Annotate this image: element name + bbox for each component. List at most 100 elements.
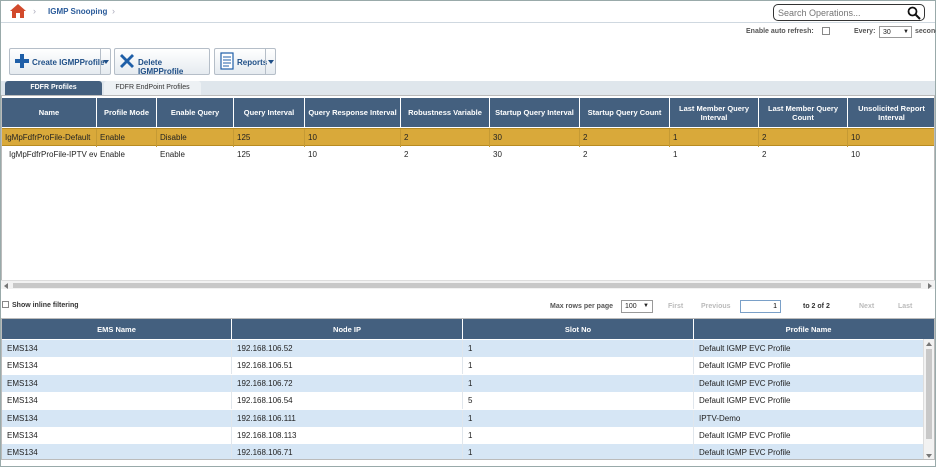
reports-label: Reports <box>237 58 268 67</box>
table-cell: 1 <box>463 444 694 459</box>
table-cell: 2 <box>404 150 409 159</box>
table-cell: IgMpFdfrProFile-IPTV ev <box>9 150 97 159</box>
table-cell: 125 <box>234 129 305 147</box>
auto-refresh-label: Enable auto refresh: <box>746 28 814 35</box>
column-header[interactable]: Last Member Query Count <box>759 98 848 127</box>
create-dropdown-toggle[interactable] <box>100 49 110 74</box>
table-cell: 10 <box>851 150 860 159</box>
last-page-button[interactable]: Last <box>898 303 912 310</box>
column-header[interactable]: Startup Query Count <box>580 98 670 127</box>
column-header[interactable]: Enable Query <box>157 98 234 127</box>
table-cell: 2 <box>762 150 767 159</box>
table-cell: Default IGMP EVC Profile <box>694 444 924 459</box>
horizontal-scrollbar[interactable] <box>1 280 935 289</box>
table-row[interactable]: EMS134 192.168.106.111 1 IPTV-Demo <box>2 409 924 427</box>
column-header[interactable]: EMS Name <box>2 319 232 339</box>
reports-button[interactable]: Reports <box>214 48 276 75</box>
plus-icon <box>15 54 29 68</box>
table-cell: 192.168.106.71 <box>232 444 463 459</box>
table-row[interactable]: IgMpFdfrProFile-IPTV ev Enable Enable 1 2… <box>2 146 934 164</box>
breadcrumb: › IGMP Snooping › <box>1 1 935 23</box>
table-cell: IgMpFdfrProFile-Default <box>2 129 97 147</box>
column-header[interactable]: Query Interval <box>234 98 305 127</box>
table-cell: 30 <box>490 129 580 147</box>
page-number-input[interactable] <box>740 300 781 313</box>
chevron-right-icon: › <box>112 6 115 16</box>
table-cell: EMS134 <box>2 427 232 444</box>
column-header[interactable]: Robustness Variable <box>401 98 490 127</box>
table-cell: EMS134 <box>2 357 232 375</box>
tab-fdfr-endpoint-profiles[interactable]: FDFR EndPoint Profiles <box>104 81 201 95</box>
pagination-bar: Show inline filtering Max rows per page … <box>1 298 935 316</box>
table-row[interactable]: EMS134 192.168.106.72 1 Default IGMP EVC Pr… <box>2 374 924 392</box>
table-cell: EMS134 <box>2 374 232 392</box>
chevron-down-icon: ▼ <box>643 303 649 309</box>
max-rows-select[interactable]: 100 ▼ <box>621 300 653 313</box>
table-cell: 1 <box>463 409 694 427</box>
table-row-selected[interactable]: IgMpFdfrProFile-Default Enable Disable 1… <box>2 128 934 147</box>
table-cell: 1 <box>463 340 694 357</box>
search-icon[interactable] <box>907 6 921 20</box>
column-header[interactable]: Startup Query Interval <box>490 98 580 127</box>
table-cell: 1 <box>673 150 678 159</box>
column-header[interactable]: Last Member Query Interval <box>670 98 759 127</box>
table-row[interactable]: EMS134 192.168.106.52 1 Default IGMP EVC Pr… <box>2 340 924 357</box>
create-igmp-profile-button[interactable]: Create IGMPProfile <box>9 48 111 75</box>
table-cell: 1 <box>463 427 694 444</box>
endpoint-table: EMS Name Node IP Slot No Profile Name EM… <box>1 318 935 460</box>
table-cell: Enable <box>97 129 157 147</box>
max-rows-label: Max rows per page <box>550 303 614 310</box>
column-header[interactable]: Profile Name <box>694 319 924 339</box>
search-input[interactable] <box>778 6 906 19</box>
seconds-label: seconds <box>915 28 936 35</box>
column-header[interactable]: Name <box>2 98 97 127</box>
header-corner <box>922 319 934 339</box>
table-cell: Enable <box>160 150 185 159</box>
table-cell: 192.168.106.54 <box>232 392 463 410</box>
home-icon[interactable] <box>10 4 26 18</box>
column-header[interactable]: Unsolicited Report Interval <box>848 98 934 127</box>
refresh-interval-select[interactable]: 30 ▼ <box>879 26 912 38</box>
max-rows-value: 100 <box>625 303 637 310</box>
table-row[interactable]: EMS134 192.168.106.71 1 Default IGMP EVC Pr… <box>2 444 924 459</box>
table-cell: EMS134 <box>2 392 232 410</box>
column-header[interactable]: Profile Mode <box>97 98 157 127</box>
table-cell: 2 <box>580 129 670 147</box>
scroll-right-icon[interactable] <box>928 283 932 289</box>
delete-igmp-profile-button[interactable]: Delete IGMPProfile <box>114 48 210 76</box>
column-header[interactable]: Node IP <box>232 319 463 339</box>
table-cell: 192.168.106.51 <box>232 357 463 375</box>
table-row[interactable]: EMS134 192.168.106.54 5 Default IGMP EVC Pr… <box>2 392 924 410</box>
refresh-interval-value: 30 <box>883 29 891 36</box>
next-page-button[interactable]: Next <box>859 303 874 310</box>
table-cell: Disable <box>157 129 234 147</box>
inline-filter-checkbox[interactable] <box>2 301 9 308</box>
table-row[interactable]: EMS134 192.168.108.113 1 Default IGMP EVC P… <box>2 427 924 444</box>
scroll-thumb[interactable] <box>926 349 932 439</box>
column-header[interactable]: Slot No <box>463 319 694 339</box>
scroll-down-icon[interactable] <box>926 454 932 458</box>
first-page-button[interactable]: First <box>668 303 683 310</box>
scroll-thumb[interactable] <box>13 283 921 288</box>
scroll-up-icon[interactable] <box>926 342 932 346</box>
tab-fdfr-profiles[interactable]: FDFR Profiles <box>5 81 102 95</box>
scroll-left-icon[interactable] <box>4 283 8 289</box>
table-cell: Default IGMP EVC Profile <box>694 374 924 392</box>
vertical-scrollbar[interactable] <box>923 339 934 459</box>
chevron-right-icon: › <box>33 6 36 16</box>
column-header[interactable]: Query Response Interval <box>305 98 401 127</box>
auto-refresh-checkbox[interactable] <box>822 27 830 35</box>
table-cell: Default IGMP EVC Profile <box>694 427 924 444</box>
reports-dropdown-toggle[interactable] <box>265 49 275 74</box>
breadcrumb-igmp-snooping[interactable]: IGMP Snooping <box>48 7 107 16</box>
previous-page-button[interactable]: Previous <box>701 303 731 310</box>
table-cell: 10 <box>305 129 401 147</box>
table-cell: 10 <box>848 129 934 147</box>
create-igmp-profile-label: Create IGMPProfile <box>32 58 105 67</box>
table-cell: Enable <box>100 150 125 159</box>
table-cell: 192.168.108.113 <box>232 427 463 444</box>
auto-refresh-bar: Enable auto refresh: Every: 30 ▼ seconds <box>636 26 936 40</box>
table-cell: 10 <box>308 150 317 159</box>
table-row[interactable]: EMS134 192.168.106.51 1 Default IGMP EVC Pr… <box>2 357 924 375</box>
report-document-icon <box>220 52 234 70</box>
